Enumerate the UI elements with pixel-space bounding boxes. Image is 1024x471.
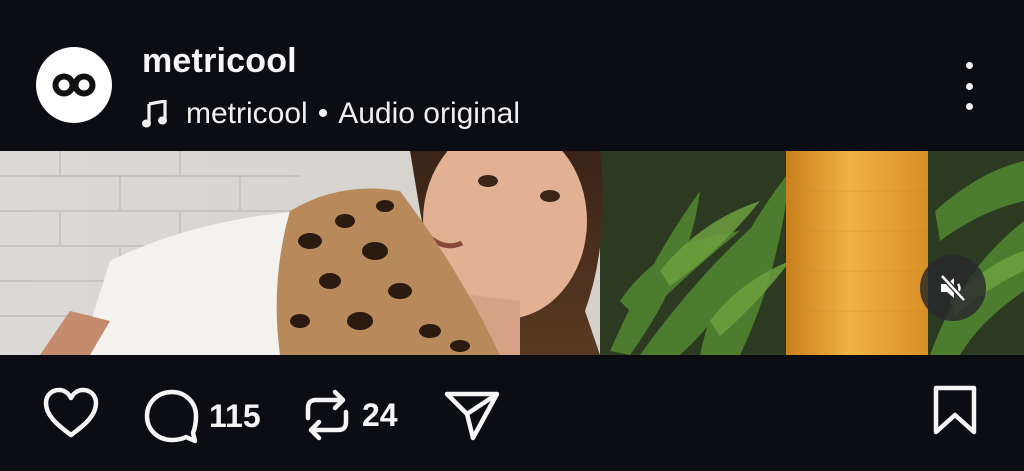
audio-label: Audio original — [338, 97, 521, 130]
comment-icon — [144, 389, 199, 444]
audio-link[interactable]: metricool • Audio original — [142, 96, 520, 132]
repost-icon — [305, 389, 349, 441]
video-player[interactable] — [0, 151, 1024, 355]
volume-muted-icon — [940, 274, 966, 302]
music-note-icon — [142, 100, 168, 128]
send-icon — [444, 391, 500, 441]
comment-button[interactable]: 115 — [143, 388, 261, 444]
reposts-count: 24 — [362, 396, 398, 433]
audio-artist: metricool — [186, 97, 308, 130]
audio-separator: • — [317, 97, 329, 130]
comments-count: 115 — [209, 397, 261, 434]
bookmark-icon — [933, 385, 977, 435]
mute-toggle-button[interactable] — [920, 255, 986, 321]
save-button[interactable] — [932, 385, 978, 435]
post-header: metricool metricool • Audio original — [0, 0, 1024, 150]
action-bar: 115 24 — [0, 355, 1024, 471]
video-frame — [0, 151, 1024, 355]
avatar[interactable] — [36, 47, 112, 123]
share-button[interactable] — [443, 388, 501, 442]
repost-button[interactable]: 24 — [302, 388, 398, 442]
infinity-logo-icon — [52, 73, 96, 97]
username[interactable]: metricool — [142, 42, 297, 81]
like-button[interactable] — [42, 387, 100, 439]
more-vertical-icon — [965, 62, 973, 69]
post: metricool metricool • Audio original 115… — [0, 0, 1024, 471]
heart-icon — [43, 387, 99, 438]
more-options-button[interactable] — [956, 62, 982, 110]
